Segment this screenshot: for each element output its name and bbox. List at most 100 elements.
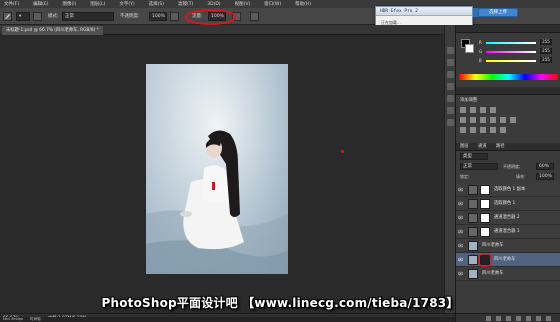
channel-mixer-icon[interactable]: [510, 117, 516, 123]
invert-icon[interactable]: [460, 127, 466, 133]
g-value-input[interactable]: 255: [540, 48, 552, 54]
layer-name[interactable]: 通道混合器 2: [494, 211, 520, 225]
new-group-icon[interactable]: [526, 316, 531, 321]
menu-filter[interactable]: 滤镜(T): [178, 1, 193, 7]
brush-presets-icon[interactable]: [447, 107, 454, 114]
layer-name[interactable]: 选取颜色 1 副本: [494, 183, 525, 197]
tab-layers[interactable]: 图层: [460, 143, 469, 151]
curves-icon[interactable]: [480, 107, 486, 113]
delete-layer-icon[interactable]: [546, 316, 551, 321]
clone-source-icon[interactable]: [447, 119, 454, 126]
color-balance-icon[interactable]: [480, 117, 486, 123]
layer-name[interactable]: 四川老帅车: [482, 239, 503, 253]
mask-thumbnail[interactable]: [480, 185, 490, 195]
paragraph-icon[interactable]: [447, 95, 454, 102]
pressure-size-icon[interactable]: [250, 12, 259, 21]
brush-preset-picker[interactable]: ▾: [16, 12, 30, 21]
vibrance-icon[interactable]: [460, 117, 466, 123]
mask-thumbnail[interactable]: [480, 199, 490, 209]
add-mask-icon[interactable]: [506, 316, 511, 321]
visibility-eye-icon[interactable]: [458, 187, 463, 192]
tab-channels[interactable]: 通道: [478, 143, 487, 151]
character-icon[interactable]: [447, 83, 454, 90]
exposure-icon[interactable]: [490, 107, 496, 113]
visibility-eye-icon[interactable]: [458, 229, 463, 234]
layer-row[interactable]: 四川老帅车: [456, 267, 560, 281]
layers-panel-tabs: 图层 通道 路径: [456, 143, 560, 151]
blend-mode-select[interactable]: 正常: [460, 163, 498, 170]
levels-icon[interactable]: [470, 107, 476, 113]
tab-timeline[interactable]: 时间轴: [30, 317, 41, 322]
dialog-titlebar: HDR Efex Pro 2: [376, 7, 472, 16]
tab-paths[interactable]: 路径: [496, 143, 505, 151]
layer-name[interactable]: 四川老帅车: [482, 267, 503, 281]
layer-name[interactable]: 通道混合器 1: [494, 225, 520, 239]
brush-tool-icon[interactable]: [3, 12, 12, 21]
layer-row[interactable]: 通道混合器 2: [456, 211, 560, 225]
menu-type[interactable]: 文字(Y): [119, 1, 134, 7]
layer-filter-select[interactable]: 类型: [460, 153, 488, 160]
visibility-eye-icon[interactable]: [458, 215, 463, 220]
photo-filter-icon[interactable]: [500, 117, 506, 123]
black-white-icon[interactable]: [490, 117, 496, 123]
new-layer-icon[interactable]: [536, 316, 541, 321]
visibility-eye-icon[interactable]: [458, 243, 463, 248]
visibility-eye-icon[interactable]: [458, 201, 463, 206]
layer-row[interactable]: 通道混合器 1: [456, 225, 560, 239]
r-value-input[interactable]: 255: [540, 39, 552, 45]
mask-thumbnail[interactable]: [480, 213, 490, 223]
menu-window[interactable]: 窗口(W): [264, 1, 281, 7]
g-slider[interactable]: [486, 51, 536, 53]
layer-opacity-input[interactable]: 60%: [536, 163, 554, 170]
properties-icon[interactable]: [447, 71, 454, 78]
layer-thumbnail: [468, 269, 478, 279]
mode-select[interactable]: 正常: [62, 12, 114, 21]
r-slider[interactable]: [486, 42, 536, 44]
menu-help[interactable]: 帮助(H): [295, 1, 311, 7]
layer-row[interactable]: 选取颜色 1: [456, 197, 560, 211]
layer-style-icon[interactable]: [496, 316, 501, 321]
g-channel-label: G: [479, 49, 483, 54]
color-panel-header: [456, 25, 560, 33]
layer-name[interactable]: 选取颜色 1: [494, 197, 515, 211]
mask-thumbnail[interactable]: [480, 227, 490, 237]
pressure-opacity-icon[interactable]: [170, 12, 179, 21]
link-layers-icon[interactable]: [486, 316, 491, 321]
visibility-eye-icon[interactable]: [458, 271, 463, 276]
b-value-input[interactable]: 255: [540, 57, 552, 63]
layer-name[interactable]: 四川老帅车: [494, 253, 515, 267]
layer-row-selected[interactable]: 四川老帅车: [456, 253, 560, 267]
actions-icon[interactable]: [447, 59, 454, 66]
fill-input[interactable]: 100%: [536, 173, 554, 180]
fill-label: 填充:: [516, 174, 526, 179]
layer-row[interactable]: 选取颜色 1 副本: [456, 183, 560, 197]
gradient-map-icon[interactable]: [490, 127, 496, 133]
b-slider[interactable]: [486, 60, 536, 62]
tab-mini-bridge[interactable]: Mini Bridge: [3, 317, 23, 322]
menu-view[interactable]: 视图(V): [235, 1, 251, 7]
menu-edit[interactable]: 编辑(E): [33, 1, 48, 7]
history-icon[interactable]: [447, 47, 454, 54]
menu-layer[interactable]: 图层(L): [90, 1, 105, 7]
menu-3d[interactable]: 3D(D): [207, 2, 220, 7]
menu-file[interactable]: 文件(F): [4, 1, 19, 7]
upload-button[interactable]: 选择上传: [478, 8, 518, 17]
background-swatch[interactable]: [465, 44, 474, 53]
color-spectrum-bar[interactable]: [459, 74, 558, 80]
visibility-eye-icon[interactable]: [458, 257, 463, 262]
selective-color-icon[interactable]: [500, 127, 506, 133]
brightness-icon[interactable]: [460, 107, 466, 113]
posterize-icon[interactable]: [470, 127, 476, 133]
tab-document[interactable]: 未标题-1.psd @ 66.7% (四川老帅车, RGB/8) *: [2, 26, 103, 35]
brush-panel-icon[interactable]: [33, 12, 42, 21]
menu-select[interactable]: 选择(S): [149, 1, 164, 7]
layer-row[interactable]: 四川老帅车: [456, 239, 560, 253]
adjustment-thumbnail: [468, 199, 478, 209]
layer-thumbnail: [468, 255, 478, 265]
right-panels: R 255 G 255 B 255 添加调整 图层 通道 路径 类型 正常 不透…: [455, 25, 560, 322]
menu-image[interactable]: 图像(I): [62, 1, 76, 7]
hue-saturation-icon[interactable]: [470, 117, 476, 123]
threshold-icon[interactable]: [480, 127, 486, 133]
opacity-input[interactable]: 100%: [149, 12, 167, 21]
new-adjustment-icon[interactable]: [516, 316, 521, 321]
